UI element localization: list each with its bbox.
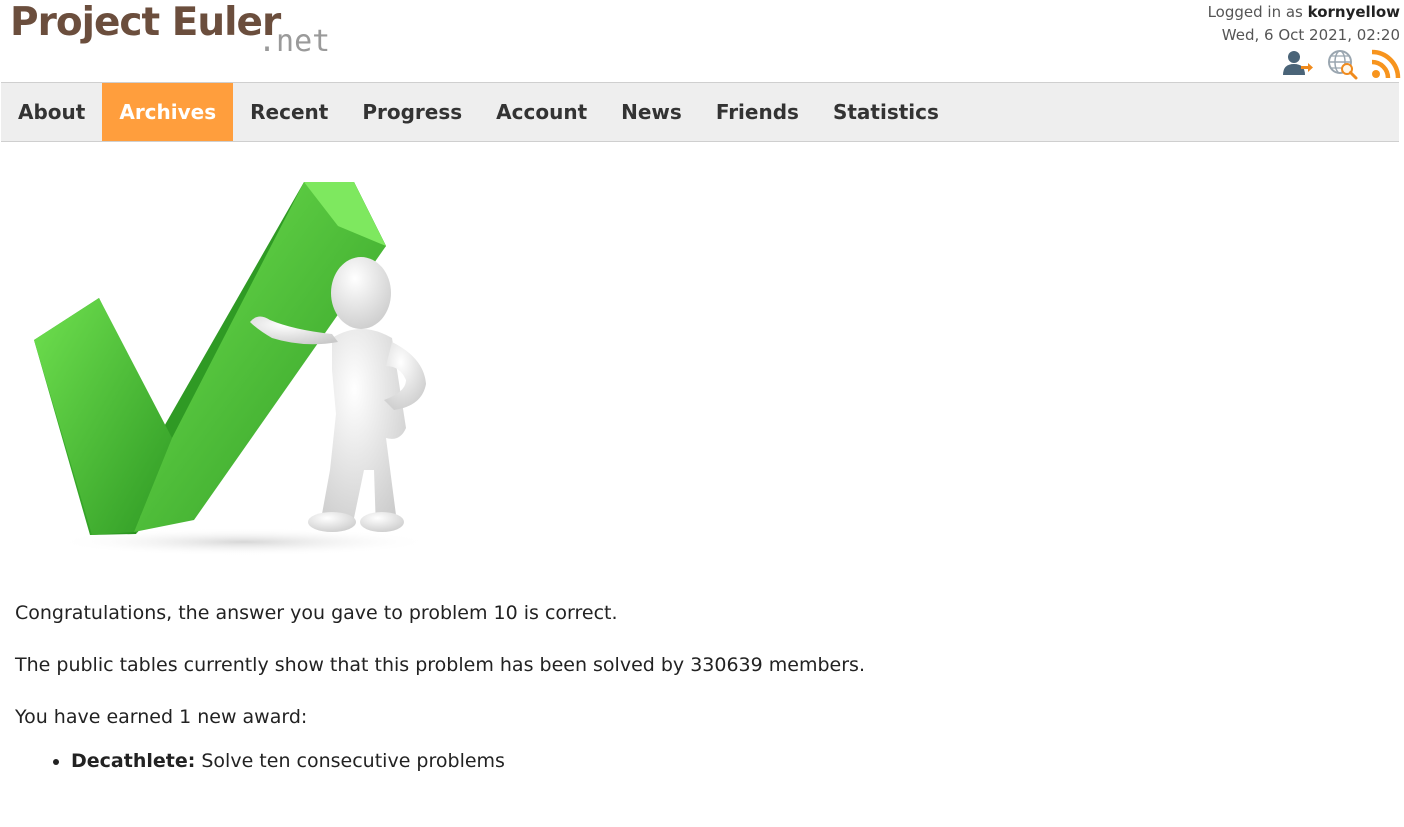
congrats-message: Congratulations, the answer you gave to … bbox=[15, 602, 618, 624]
search-globe-icon[interactable] bbox=[1326, 48, 1358, 80]
nav-friends[interactable]: Friends bbox=[699, 83, 816, 141]
nav-news[interactable]: News bbox=[604, 83, 699, 141]
logged-in-prefix: Logged in as bbox=[1207, 3, 1303, 21]
award-name: Decathlete: bbox=[71, 750, 196, 772]
logged-in-line: Logged in as kornyellow bbox=[1208, 1, 1400, 24]
correct-checkmark-image bbox=[34, 182, 434, 556]
username: kornyellow bbox=[1307, 3, 1400, 21]
rss-icon[interactable] bbox=[1370, 48, 1402, 80]
nav-about[interactable]: About bbox=[1, 83, 102, 141]
result-content: Congratulations, the answer you gave to … bbox=[15, 600, 865, 774]
main-nav: About Archives Recent Progress Account N… bbox=[1, 82, 1399, 142]
nav-statistics[interactable]: Statistics bbox=[816, 83, 956, 141]
header-icons bbox=[1282, 48, 1402, 80]
solved-count-message: The public tables currently show that th… bbox=[15, 654, 865, 676]
user-info: Logged in as kornyellow Wed, 6 Oct 2021,… bbox=[1208, 1, 1400, 47]
award-list: Decathlete: Solve ten consecutive proble… bbox=[15, 748, 865, 774]
nav-archives[interactable]: Archives bbox=[102, 83, 234, 141]
sign-out-icon[interactable] bbox=[1282, 48, 1314, 80]
logo-suffix: .net bbox=[258, 24, 331, 59]
site-logo[interactable]: Project Euler .net bbox=[8, 0, 368, 60]
current-datetime: Wed, 6 Oct 2021, 02:20 bbox=[1221, 26, 1400, 44]
award-item: Decathlete: Solve ten consecutive proble… bbox=[71, 748, 865, 774]
awards-earned-message: You have earned 1 new award: bbox=[15, 706, 308, 728]
logo-title: Project Euler bbox=[10, 0, 281, 45]
nav-recent[interactable]: Recent bbox=[233, 83, 345, 141]
nav-progress[interactable]: Progress bbox=[345, 83, 479, 141]
nav-account[interactable]: Account bbox=[479, 83, 604, 141]
award-description: Solve ten consecutive problems bbox=[201, 750, 505, 772]
